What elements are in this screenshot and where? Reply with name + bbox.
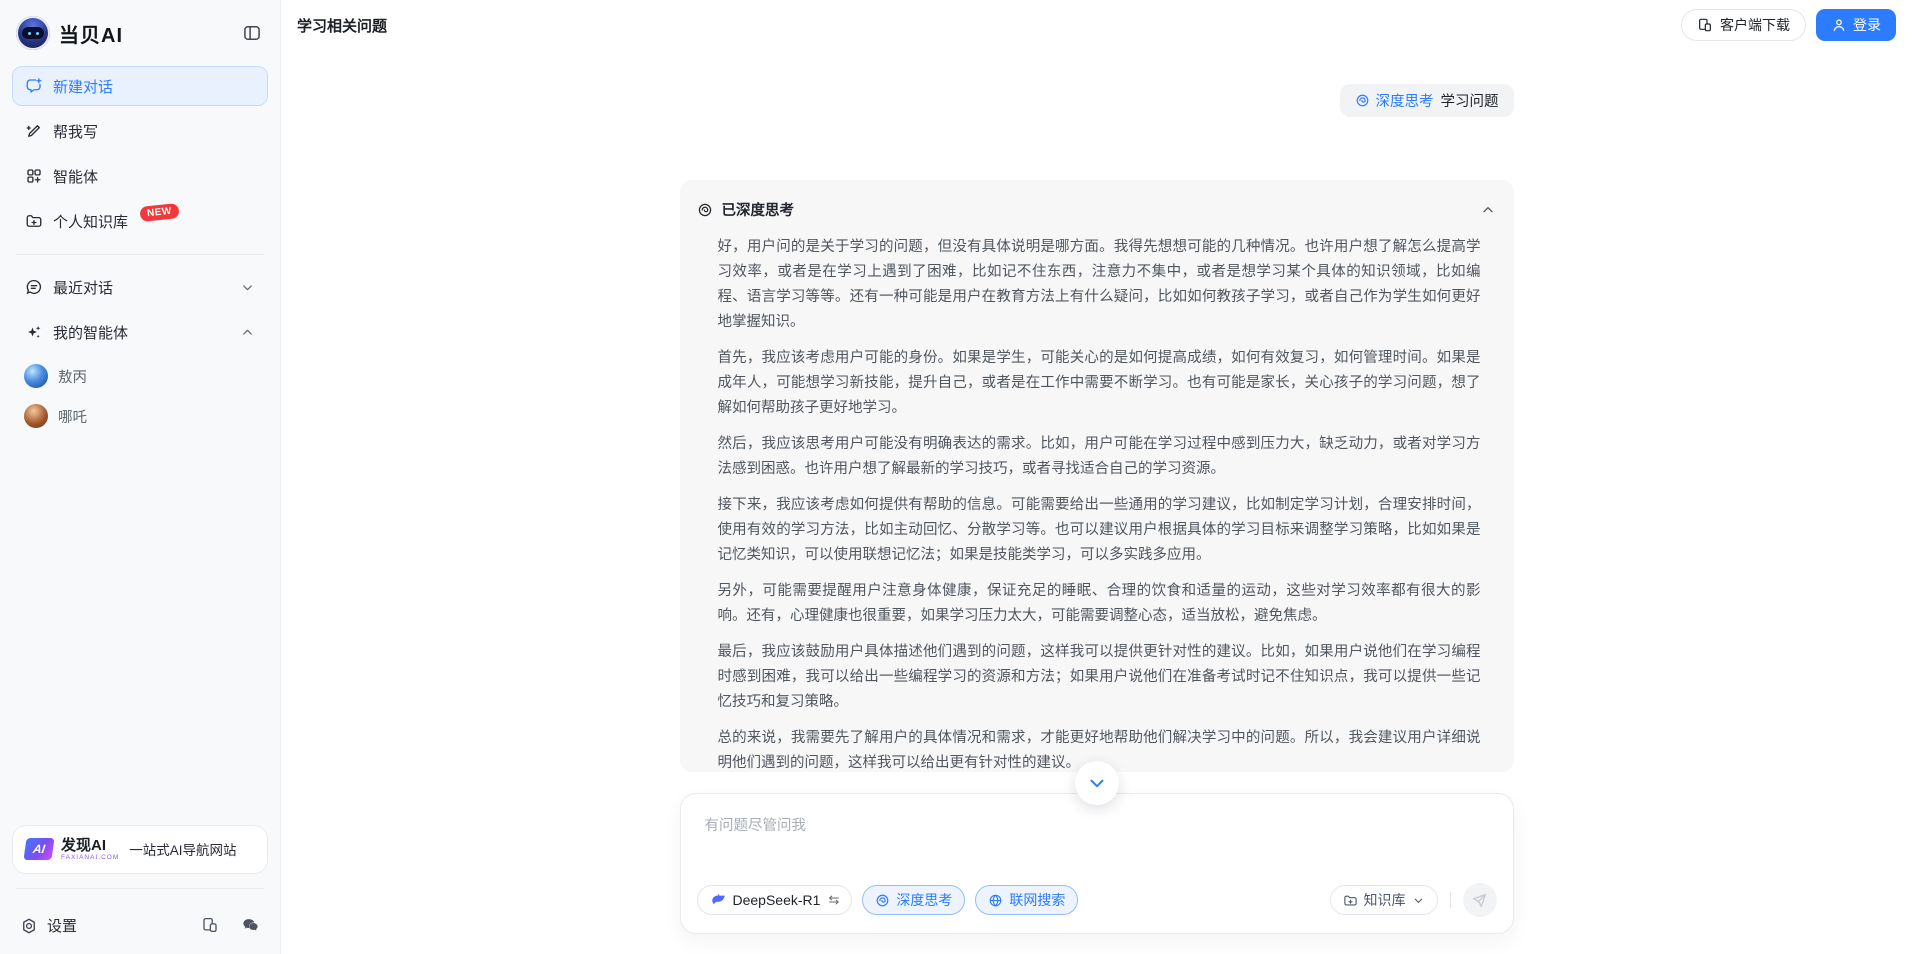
sidebar-item-help-me-write[interactable]: 帮我写 <box>12 111 268 151</box>
model-name: DeepSeek-R1 <box>733 892 821 908</box>
user-message: 深度思考 学习问题 <box>1340 84 1514 117</box>
agents-grid-icon <box>25 167 43 185</box>
knowledge-base-selector[interactable]: 知识库 <box>1330 885 1438 915</box>
sidebar-item-label: 个人知识库 <box>53 211 128 232</box>
sidebar-item-label: 帮我写 <box>53 121 98 142</box>
sidebar-divider <box>16 888 264 889</box>
model-swap-icon: ⇆ <box>828 892 839 908</box>
chat-column: 深度思考 学习问题 已深度思考 好，用户问的是关于学习的问题，但没有 <box>680 50 1514 772</box>
chevron-down-icon <box>240 280 255 295</box>
globe-icon <box>988 893 1003 908</box>
sidebar-item-label: 智能体 <box>53 166 98 187</box>
gear-icon[interactable] <box>20 917 38 935</box>
topbar: 学习相关问题 客户端下载 登录 <box>281 0 1912 50</box>
sparkles-icon <box>25 323 43 341</box>
chat-area: 深度思考 学习问题 已深度思考 好，用户问的是关于学习的问题，但没有 <box>281 50 1912 954</box>
devices-icon <box>1697 17 1713 33</box>
composer-toolbar-right: 知识库 <box>1330 883 1497 917</box>
deep-think-icon <box>1355 93 1370 108</box>
avatar <box>24 364 48 388</box>
sidebar-item-label: 新建对话 <box>53 76 113 97</box>
wechat-icon[interactable] <box>241 916 260 935</box>
dangbei-robot-logo-icon <box>16 16 50 50</box>
deepseek-whale-icon <box>710 892 727 909</box>
thought-paragraph: 接下来，我应该考虑如何提供有帮助的信息。可能需要给出一些通用的学习建议，比如制定… <box>718 493 1481 568</box>
composer-toolbar: DeepSeek-R1 ⇆ 深度思考 联网搜索 知识库 <box>697 883 1497 917</box>
thought-paragraph: 最后，我应该鼓励用户具体描述他们遇到的问题，这样我可以提供更针对性的建议。比如，… <box>718 640 1481 715</box>
sidebar-divider <box>16 254 264 255</box>
user-message-text: 学习问题 <box>1441 90 1499 111</box>
pencil-icon <box>25 122 43 140</box>
thought-paragraph: 然后，我应该思考用户可能没有明确表达的需求。比如，用户可能在学习过程中感到压力大… <box>718 432 1481 482</box>
thought-body: 好，用户问的是关于学习的问题，但没有具体说明是哪方面。我得先想想可能的几种情况。… <box>680 220 1514 772</box>
sidebar-section-recent-chats[interactable]: 最近对话 <box>12 267 268 307</box>
thought-paragraph: 好，用户问的是关于学习的问题，但没有具体说明是哪方面。我得先想想可能的几种情况。… <box>718 235 1481 335</box>
faxian-ai-logo: AI <box>23 838 54 860</box>
app-window: 当贝AI 新建对话 帮我写 智能体 个人知识库 NEW 最近对话 <box>0 0 1912 954</box>
toolbar-divider <box>1450 892 1451 908</box>
user-message-row: 深度思考 学习问题 <box>680 84 1514 117</box>
new-badge: NEW <box>139 203 179 222</box>
folder-plus-icon <box>25 212 43 230</box>
sidebar-bottom: AI 发现AI FAXIANAI.COM 一站式AI导航网站 设置 <box>12 825 268 945</box>
sidebar-item-new-chat[interactable]: 新建对话 <box>12 66 268 106</box>
agent-name: 敖丙 <box>58 366 87 387</box>
deep-think-icon <box>697 202 713 218</box>
sidebar-item-agents[interactable]: 智能体 <box>12 156 268 196</box>
sidebar: 当贝AI 新建对话 帮我写 智能体 个人知识库 NEW 最近对话 <box>0 0 281 954</box>
devices-icon[interactable] <box>201 916 219 934</box>
chevron-down-icon <box>1412 894 1425 907</box>
brand-name: 当贝AI <box>59 19 123 48</box>
chevron-up-icon <box>240 325 255 340</box>
agent-name: 哪吒 <box>58 406 87 427</box>
composer: DeepSeek-R1 ⇆ 深度思考 联网搜索 知识库 <box>680 793 1514 934</box>
faxian-ai-promo-card[interactable]: AI 发现AI FAXIANAI.COM 一站式AI导航网站 <box>12 825 268 875</box>
topbar-actions: 客户端下载 登录 <box>1681 9 1896 41</box>
thought-paragraph: 另外，可能需要提醒用户注意身体健康，保证充足的睡眠、合理的饮食和适量的运动，这些… <box>718 579 1481 629</box>
folder-plus-icon <box>1343 893 1358 908</box>
thought-paragraph: 首先，我应该考虑用户可能的身份。如果是学生，可能关心的是如何提高成绩，如何有效复… <box>718 346 1481 421</box>
avatar <box>24 404 48 428</box>
section-label: 最近对话 <box>53 277 113 298</box>
settings-row: 设置 <box>12 901 268 944</box>
deep-think-icon <box>875 893 890 908</box>
sidebar-section-my-agents[interactable]: 我的智能体 <box>12 312 268 352</box>
chevron-down-icon <box>1086 772 1108 794</box>
settings-label[interactable]: 设置 <box>47 915 77 936</box>
deep-think-toggle[interactable]: 深度思考 <box>862 885 965 915</box>
agent-item-aobing[interactable]: 敖丙 <box>12 357 268 395</box>
sidebar-header: 当贝AI <box>12 10 268 66</box>
message-input[interactable] <box>697 808 1497 870</box>
main-area: 学习相关问题 客户端下载 登录 深度思考 <box>281 0 1912 954</box>
thought-header[interactable]: 已深度思考 <box>680 180 1514 220</box>
thought-panel: 已深度思考 好，用户问的是关于学习的问题，但没有具体说明是哪方面。我得先想想可能… <box>680 180 1514 772</box>
chat-bubble-icon <box>25 278 43 296</box>
promo-tagline: 一站式AI导航网站 <box>129 839 236 859</box>
web-search-toggle[interactable]: 联网搜索 <box>975 885 1078 915</box>
client-download-button[interactable]: 客户端下载 <box>1681 9 1806 41</box>
sidebar-collapse-icon[interactable] <box>240 21 264 45</box>
thought-title: 已深度思考 <box>722 199 795 220</box>
section-label: 我的智能体 <box>53 322 128 343</box>
person-icon <box>1831 17 1847 33</box>
paper-plane-icon <box>1471 892 1488 909</box>
deep-think-tag: 深度思考 <box>1355 90 1434 111</box>
chevron-up-icon[interactable] <box>1480 202 1496 218</box>
scroll-to-bottom-button[interactable] <box>1075 761 1119 805</box>
sidebar-item-knowledge-base[interactable]: 个人知识库 NEW <box>12 201 268 241</box>
settings-icons <box>201 916 260 935</box>
agent-item-nezha[interactable]: 哪吒 <box>12 397 268 435</box>
model-selector[interactable]: DeepSeek-R1 ⇆ <box>697 885 853 915</box>
brand: 当贝AI <box>16 16 123 50</box>
new-chat-icon <box>25 77 43 95</box>
login-button[interactable]: 登录 <box>1816 9 1896 41</box>
conversation-title: 学习相关问题 <box>297 15 387 36</box>
faxian-ai-brand: 发现AI FAXIANAI.COM <box>61 838 119 862</box>
send-button[interactable] <box>1463 883 1497 917</box>
